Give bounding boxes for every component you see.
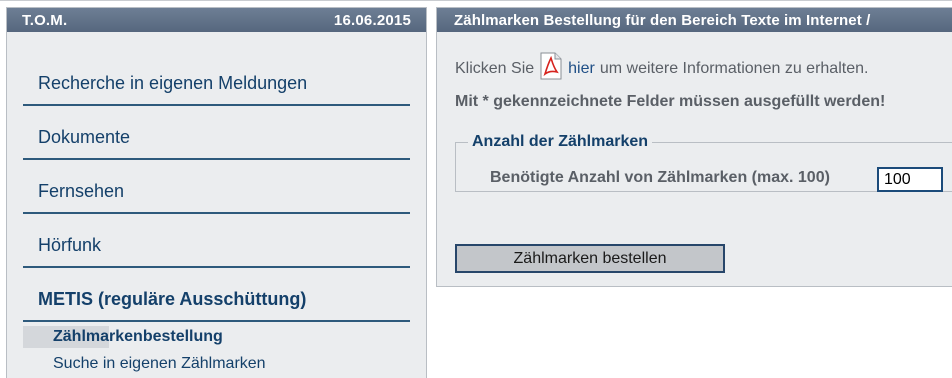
current-date: 16.06.2015: [333, 11, 411, 29]
nav-item-hoerfunk[interactable]: Hörfunk: [23, 216, 410, 268]
info-suffix: um weitere Informationen zu erhalten.: [599, 60, 869, 77]
order-panel: Zählmarken Bestellung für den Bereich Te…: [436, 7, 952, 287]
info-link[interactable]: hier: [568, 60, 595, 78]
sub-item-suche-zaehlmarken[interactable]: Suche in eigenen Zählmarken: [23, 351, 410, 377]
sub-item-zaehlmarkenbestellung[interactable]: Zählmarkenbestellung: [23, 324, 410, 350]
count-input[interactable]: [877, 167, 943, 192]
fieldset-legend: Anzahl der Zählmarken: [468, 133, 653, 151]
nav-item-label: METIS (reguläre Ausschüttung): [38, 289, 307, 309]
info-line: Klicken Sie hier um weitere Informatione…: [455, 50, 869, 80]
app-title: T.O.M.: [22, 11, 68, 29]
required-fields-note: Mit * gekennzeichnete Felder müssen ausg…: [455, 93, 886, 110]
order-button[interactable]: Zählmarken bestellen: [455, 244, 725, 273]
nav-item-metis[interactable]: METIS (reguläre Ausschüttung): [23, 270, 410, 322]
nav-item-label: Dokumente: [38, 127, 131, 147]
sub-item-label: Zählmarkenbestellung: [53, 328, 223, 345]
pdf-file-icon[interactable]: [540, 52, 562, 80]
nav-item-recherche[interactable]: Recherche in eigenen Meldungen: [23, 54, 410, 106]
app-frame: T.O.M. 16.06.2015 Recherche in eigenen M…: [0, 0, 952, 378]
sub-item-label: Suche in eigenen Zählmarken: [53, 355, 266, 372]
nav-item-label: Fernsehen: [38, 181, 125, 201]
nav-item-dokumente[interactable]: Dokumente: [23, 108, 410, 160]
nav-item-label: Recherche in eigenen Meldungen: [38, 73, 308, 93]
order-panel-title: Zählmarken Bestellung für den Bereich Te…: [454, 11, 871, 29]
nav-item-fernsehen[interactable]: Fernsehen: [23, 162, 410, 214]
count-field-label: Benötigte Anzahl von Zählmarken (max. 10…: [490, 169, 830, 186]
info-prefix: Klicken Sie: [455, 60, 535, 77]
nav-item-label: Hörfunk: [38, 235, 102, 255]
order-panel-header: Zählmarken Bestellung für den Bereich Te…: [437, 8, 952, 32]
navigation-panel: T.O.M. 16.06.2015 Recherche in eigenen M…: [6, 7, 427, 378]
navigation-header: T.O.M. 16.06.2015: [7, 8, 426, 32]
count-fieldset: Anzahl der Zählmarken Benötigte Anzahl v…: [455, 133, 952, 192]
